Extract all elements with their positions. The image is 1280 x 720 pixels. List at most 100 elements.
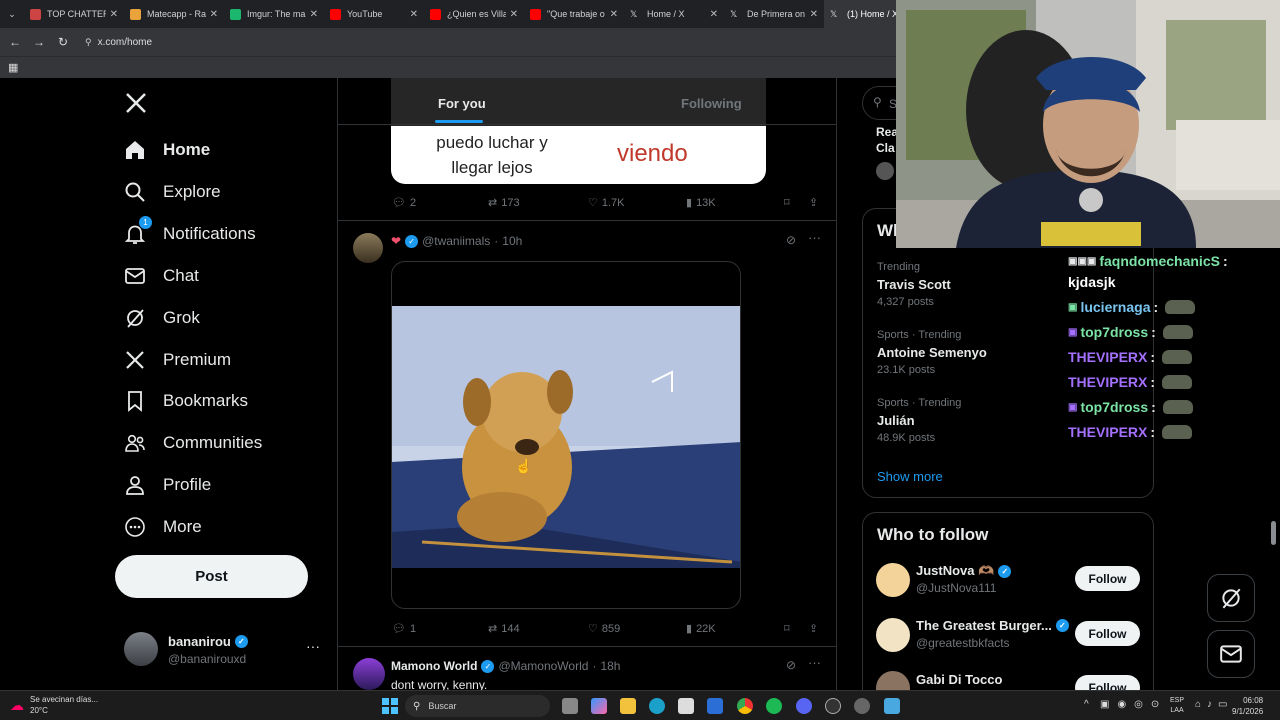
task-view-icon[interactable] [562,698,578,714]
post-video[interactable] [391,261,741,609]
close-icon[interactable]: ✕ [810,9,818,20]
edge-icon[interactable] [649,698,665,714]
bookmark-icon[interactable]: ⌑ [784,196,790,209]
post-time[interactable]: 10h [502,234,522,248]
x-logo-icon[interactable] [124,91,148,120]
windows-start-icon[interactable] [382,698,398,714]
back-arrow-icon[interactable]: ← [3,35,27,49]
show-more-link[interactable]: Show more [877,469,943,484]
site-info-icon[interactable]: ⚲ [85,37,92,48]
follow-button[interactable]: Follow [1075,675,1140,690]
views-action[interactable]: ▮ 13K [686,196,716,210]
nav-profile[interactable]: Profile [122,465,211,505]
suggestion-name[interactable]: JustNova 🫶🏽 [916,563,994,579]
post-author-name[interactable]: Mamono World [391,659,477,673]
avatar[interactable] [876,563,910,597]
repost-action[interactable]: ⇄ 144 [488,622,520,636]
nav-chat[interactable]: Chat [122,256,199,296]
weather-widget[interactable]: ☁ Se avecinan días... 20°C [10,694,98,716]
trend-item[interactable]: Trending Travis Scott 4,327 posts [877,261,951,308]
suggestion-name[interactable]: Gabi Di Tocco [916,672,1002,687]
share-icon[interactable]: ⇪ [809,622,818,635]
spotify-icon[interactable] [766,698,782,714]
grok-float-button[interactable] [1207,574,1255,622]
more-options-icon[interactable]: ··· [306,638,320,654]
close-icon[interactable]: ✕ [210,9,218,20]
x-logo-icon: 𝕏 [630,8,638,19]
browser-tab[interactable]: YouTube ✕ [324,0,424,28]
bookmark-icon[interactable]: ⌑ [784,622,790,635]
settings-gear-icon[interactable] [854,698,870,714]
system-tray-icons[interactable]: ⌂♪▭ [1195,699,1234,710]
share-icon[interactable]: ⇪ [809,196,818,209]
close-icon[interactable]: ✕ [310,9,318,20]
discord-icon[interactable] [796,698,812,714]
avatar[interactable] [876,618,910,652]
avatar[interactable] [353,233,383,263]
forward-arrow-icon[interactable]: → [27,35,51,49]
close-icon[interactable]: ✕ [510,9,518,20]
like-action[interactable]: ♡ 1.7K [588,196,625,210]
close-icon[interactable]: ✕ [110,9,118,20]
reply-action[interactable]: 💬︎ 1 [392,622,416,636]
browser-tab[interactable]: 𝕏 De Primera on ✕ [724,0,824,28]
reload-icon[interactable]: ↻ [51,35,75,49]
post-handle[interactable]: @MamonoWorld [498,659,588,673]
clock[interactable]: 06:08 9/1/2026 [1232,695,1263,717]
tab-for-you[interactable]: For you [438,96,486,111]
post-time[interactable]: 18h [600,659,620,673]
repost-action[interactable]: ⇄ 173 [488,196,520,210]
close-icon[interactable]: ✕ [610,9,618,20]
browser-tab[interactable]: 𝕏 Home / X ✕ [624,0,724,28]
more-options-icon[interactable]: ··· [808,230,821,245]
browser-tab[interactable]: Imgur: The ma ✕ [224,0,324,28]
account-switcher[interactable]: bananirou ✓ @bananirouxd ··· [124,632,324,672]
notepad-icon[interactable] [884,698,900,714]
close-icon[interactable]: ✕ [710,9,718,20]
tab-search-button[interactable]: ⌄ [0,9,24,20]
tray-icons[interactable]: ▣◉◎⊙ [1100,699,1167,710]
nav-home[interactable]: Home [122,130,210,170]
browser-tab[interactable]: TOP CHATTERS✕ [24,0,124,28]
nav-grok[interactable]: Grok [122,298,200,338]
suggestion-name[interactable]: The Greatest Burger... [916,618,1052,633]
grok-icon[interactable]: ⊘ [786,233,796,247]
taskbar-search[interactable]: ⚲ Buscar [405,695,550,717]
follow-button[interactable]: Follow [1075,566,1140,591]
like-action[interactable]: ♡ 859 [588,622,620,636]
browser-tab[interactable]: "Que trabaje o ✕ [524,0,624,28]
obs-icon[interactable] [825,698,841,714]
store-icon[interactable] [678,698,694,714]
reply-action[interactable]: 💬︎ 2 [392,196,416,210]
more-options-icon[interactable]: ··· [808,655,821,670]
views-action[interactable]: ▮ 22K [686,622,716,636]
url-field[interactable]: x.com/home [98,37,152,48]
file-explorer-icon[interactable] [620,698,636,714]
nav-more[interactable]: More [122,507,202,547]
trend-item[interactable]: Sports · Trending Julián 48.9K posts [877,397,961,444]
scrollbar[interactable] [1271,521,1276,545]
tray-chevron-icon[interactable]: ^ [1084,699,1089,710]
follow-button[interactable]: Follow [1075,621,1140,646]
browser-tab[interactable]: Matecapp - Ra ✕ [124,0,224,28]
browser-tab[interactable]: ¿Quien es Villa ✕ [424,0,524,28]
language-indicator[interactable]: ESP LAA [1170,696,1184,716]
post-button[interactable]: Post [115,555,308,598]
tab-following[interactable]: Following [681,96,742,111]
avatar[interactable] [353,658,385,690]
nav-communities[interactable]: Communities [122,423,262,463]
post-handle[interactable]: @twaniimals [422,234,490,248]
live-event-partial[interactable]: Rea Cla [876,124,898,156]
trend-item[interactable]: Sports · Trending Antoine Semenyo 23.1K … [877,329,987,376]
nav-notifications[interactable]: 1 Notifications [122,214,256,254]
copilot-icon[interactable] [591,698,607,714]
nav-explore[interactable]: Explore [122,172,221,212]
nav-bookmarks[interactable]: Bookmarks [122,381,248,421]
messages-float-button[interactable] [1207,630,1255,678]
chrome-icon[interactable] [737,698,753,714]
close-icon[interactable]: ✕ [410,9,418,20]
grok-icon[interactable]: ⊘ [786,658,796,672]
apps-grid-icon[interactable]: ▦ [8,61,18,74]
mail-app-icon[interactable] [707,698,723,714]
nav-premium[interactable]: Premium [122,340,231,380]
